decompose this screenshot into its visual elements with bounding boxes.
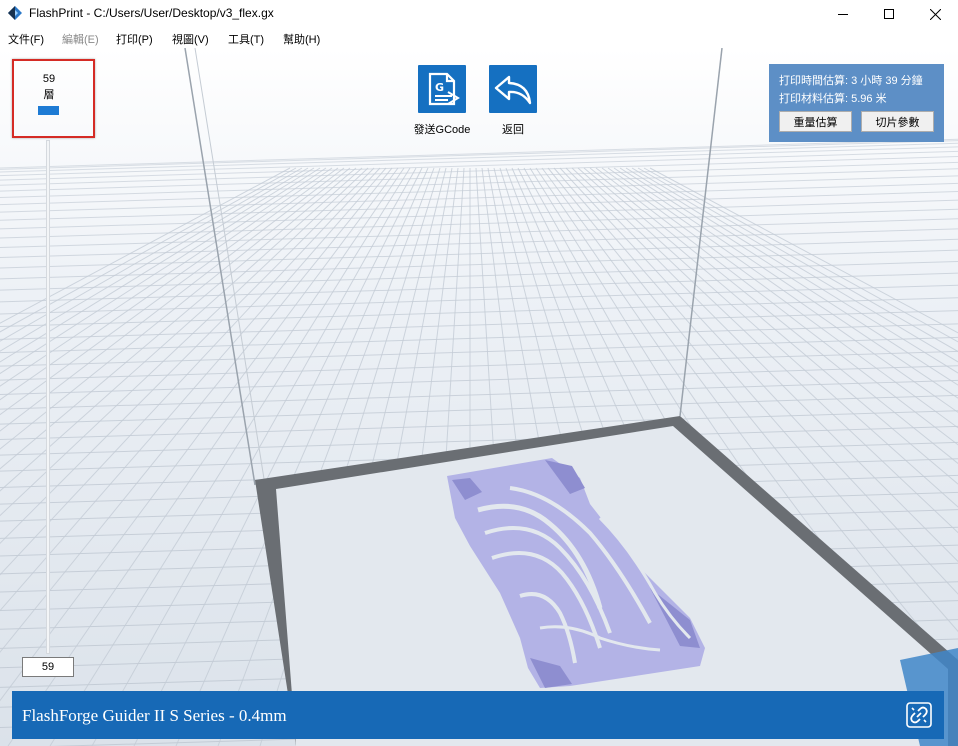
print-estimate-panel: 打印時間估算: 3 小時 39 分鐘 打印材料估算: 5.96 米 重量估算 切…: [769, 64, 944, 142]
print-time-value: 3 小時 39 分鐘: [851, 75, 923, 87]
layer-slider-track[interactable]: [46, 140, 50, 654]
menu-tools[interactable]: 工具(T): [228, 31, 264, 47]
menu-bar: 文件(F) 編輯(E) 打印(P) 視圖(V) 工具(T) 幫助(H): [0, 28, 958, 48]
menu-edit[interactable]: 編輯(E): [62, 31, 99, 47]
menu-help[interactable]: 幫助(H): [283, 31, 320, 47]
3d-viewport[interactable]: 59 層 59 G 發送GCode 返回 打印時間估算: 3 小時 39 分鐘 …: [0, 48, 958, 746]
annotation-highlight-box: [12, 59, 95, 138]
link-icon[interactable]: [906, 702, 932, 728]
svg-text:G: G: [435, 81, 444, 94]
material-label: 打印材料估算:: [779, 93, 849, 105]
printer-name: FlashForge Guider II S Series - 0.4mm: [22, 706, 287, 725]
menu-view[interactable]: 視圖(V): [172, 31, 209, 47]
weight-estimate-button[interactable]: 重量估算: [779, 111, 852, 132]
close-button[interactable]: [912, 0, 958, 28]
maximize-button[interactable]: [866, 0, 912, 28]
undo-arrow-icon: [494, 75, 532, 105]
gcode-file-icon: G: [428, 72, 460, 106]
material-value: 5.96 米: [851, 93, 887, 105]
print-time-row: 打印時間估算: 3 小時 39 分鐘: [779, 72, 923, 88]
layer-number-input[interactable]: 59: [22, 657, 74, 677]
material-row: 打印材料估算: 5.96 米: [779, 90, 887, 106]
print-time-label: 打印時間估算:: [779, 75, 849, 87]
send-gcode-label: 發送GCode: [413, 124, 471, 136]
menu-print[interactable]: 打印(P): [116, 31, 153, 47]
title-bar: FlashPrint - C:/Users/User/Desktop/v3_fl…: [0, 0, 958, 28]
back-button[interactable]: [489, 65, 537, 113]
close-icon: [929, 8, 941, 20]
minimize-button[interactable]: [820, 0, 866, 28]
send-gcode-button[interactable]: G: [418, 65, 466, 113]
back-label: 返回: [502, 124, 524, 136]
slice-params-button[interactable]: 切片參數: [861, 111, 934, 132]
menu-file[interactable]: 文件(F): [8, 31, 44, 47]
window-title: FlashPrint - C:/Users/User/Desktop/v3_fl…: [29, 6, 274, 20]
minimize-icon: [838, 14, 848, 15]
maximize-icon: [884, 9, 894, 19]
printer-status-bar: FlashForge Guider II S Series - 0.4mm: [12, 691, 944, 739]
build-plate-scene: [0, 48, 958, 746]
flashprint-logo-icon: [8, 6, 22, 20]
